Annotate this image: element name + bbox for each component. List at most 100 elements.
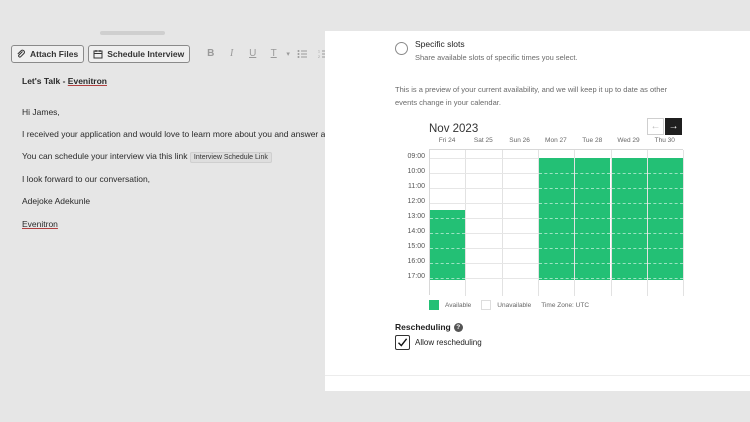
hour-divider — [647, 172, 684, 174]
available-block[interactable] — [430, 210, 466, 280]
next-week-button[interactable]: → — [665, 118, 682, 135]
text-style-button[interactable]: T — [263, 48, 284, 59]
allow-rescheduling-checkbox[interactable] — [395, 335, 410, 350]
hour-divider — [611, 232, 647, 234]
prev-week-button[interactable]: ← — [647, 118, 664, 135]
available-block[interactable] — [647, 157, 684, 280]
hour-divider — [611, 277, 647, 279]
svg-text:1: 1 — [318, 49, 320, 53]
hour-divider — [575, 202, 611, 204]
availability-grid — [429, 149, 685, 296]
email-line-2-text: You can schedule your interview via this… — [22, 151, 188, 161]
day-header: Sat 25 — [473, 137, 493, 144]
calendar-icon — [93, 49, 103, 58]
hour-divider — [575, 187, 611, 189]
email-line-3: I look forward to our conversation, — [22, 174, 151, 184]
rescheduling-heading: Rescheduling ? — [395, 322, 463, 332]
time-label: 17:00 — [407, 272, 425, 280]
hour-divider — [611, 262, 647, 264]
hour-divider — [575, 232, 611, 234]
time-label: 11:00 — [408, 182, 425, 190]
hour-divider — [430, 232, 466, 234]
available-swatch — [429, 300, 439, 310]
bold-button[interactable]: B — [200, 48, 221, 59]
available-block[interactable] — [538, 157, 575, 280]
hour-divider — [538, 262, 575, 264]
hour-divider — [647, 202, 684, 204]
time-label: 13:00 — [407, 212, 425, 220]
day-header: Sun 26 — [509, 137, 530, 144]
hour-divider — [575, 217, 611, 219]
legend-unavailable: Unavailable — [481, 300, 531, 310]
attach-files-button[interactable]: Attach Files — [11, 44, 85, 63]
allow-rescheduling-label: Allow rescheduling — [415, 338, 482, 347]
hour-divider — [538, 232, 575, 234]
subject-prefix: Let's Talk - — [22, 76, 68, 86]
timezone-label: Time Zone: UTC — [541, 301, 590, 309]
time-label: 09:00 — [407, 152, 425, 160]
time-label: 14:00 — [407, 227, 425, 235]
checkmark-icon — [398, 338, 408, 347]
arrow-left-icon: ← — [650, 121, 661, 132]
hour-divider — [430, 262, 466, 264]
time-label: 16:00 — [407, 257, 425, 265]
legend-available-label: Available — [445, 301, 472, 309]
specific-slots-radio[interactable] — [395, 42, 408, 55]
underline-button[interactable]: U — [242, 48, 263, 59]
hour-divider — [575, 247, 611, 249]
subject-company: Evenitron — [67, 76, 107, 86]
availability-panel: Specific slots Share available slots of … — [325, 31, 750, 391]
scrollbar-thumb[interactable] — [100, 31, 165, 35]
signature-name: Adejoke Adekunle — [22, 196, 91, 206]
svg-text:2: 2 — [318, 55, 320, 59]
time-label: 10:00 — [407, 167, 425, 175]
calendar-month: Nov 2023 — [429, 123, 479, 135]
available-block[interactable] — [611, 157, 647, 280]
hour-divider — [647, 277, 684, 279]
hour-divider — [430, 217, 466, 219]
day-header: Thu 30 — [654, 137, 675, 144]
unavailable-swatch — [481, 300, 492, 310]
legend-unavailable-label: Unavailable — [497, 301, 532, 309]
hour-divider — [575, 172, 611, 174]
bullet-list-icon[interactable] — [297, 49, 308, 59]
time-label: 15:00 — [407, 242, 425, 250]
schedule-interview-button[interactable]: Schedule Interview — [88, 44, 191, 63]
hour-divider — [430, 277, 466, 279]
hour-divider — [538, 277, 575, 279]
paperclip-icon — [17, 49, 25, 58]
hour-divider — [575, 262, 611, 264]
legend-available: Available — [429, 300, 471, 310]
hour-divider — [647, 187, 684, 189]
hour-divider — [647, 232, 684, 234]
hour-divider — [611, 202, 647, 204]
hour-divider — [611, 187, 647, 189]
email-subject: Let's Talk - Evenitron — [22, 76, 107, 86]
day-header: Wed 29 — [617, 137, 640, 144]
hour-divider — [647, 217, 684, 219]
panel-divider — [325, 375, 750, 376]
arrow-right-icon: → — [668, 121, 679, 132]
hour-divider — [575, 277, 611, 279]
attach-files-label: Attach Files — [30, 48, 79, 59]
hour-divider — [647, 247, 684, 249]
hour-divider — [538, 187, 575, 189]
available-block[interactable] — [575, 157, 611, 280]
email-line-2: You can schedule your interview via this… — [22, 151, 272, 163]
italic-button[interactable]: I — [221, 48, 242, 59]
signature-company: Evenitron — [22, 219, 58, 229]
specific-slots-description: Share available slots of specific times … — [415, 53, 578, 62]
hour-divider — [538, 202, 575, 204]
hour-divider — [538, 217, 575, 219]
day-header: Mon 27 — [545, 137, 567, 144]
interview-schedule-link-chip[interactable]: Interview Schedule Link — [189, 152, 272, 163]
rescheduling-title: Rescheduling — [395, 322, 451, 332]
help-icon[interactable]: ? — [453, 322, 463, 332]
email-line-1: I received your application and would lo… — [22, 129, 351, 139]
time-label: 12:00 — [407, 197, 425, 205]
editor-toolbar: Attach Files Schedule Interview B I U T … — [11, 44, 355, 63]
hour-divider — [611, 247, 647, 249]
hour-divider — [538, 247, 575, 249]
chevron-down-icon[interactable]: ▾ — [284, 50, 292, 58]
hour-divider — [611, 217, 647, 219]
